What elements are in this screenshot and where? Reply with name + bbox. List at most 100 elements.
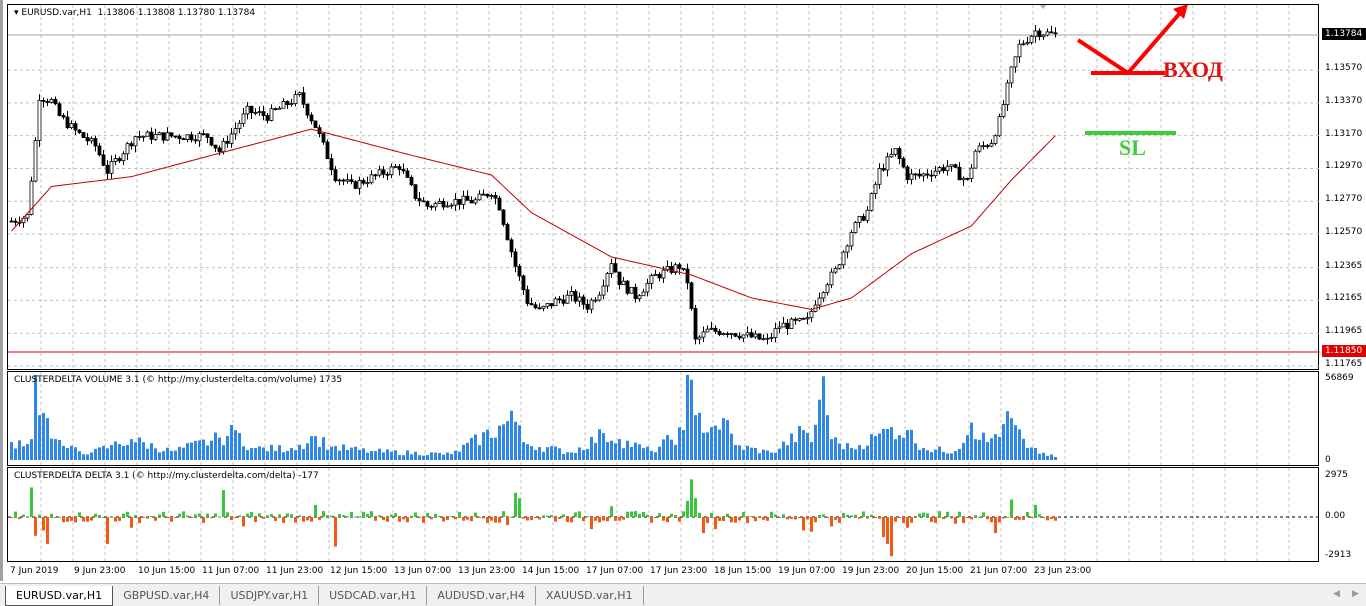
volume-bar [414, 451, 417, 460]
candle [861, 213, 866, 222]
candle [885, 152, 890, 177]
volume-bar [950, 453, 953, 460]
delta-bar [138, 517, 141, 524]
volume-bar [602, 433, 605, 460]
delta-bar [526, 517, 529, 521]
candle [725, 331, 730, 338]
volume-bar [866, 445, 869, 460]
chart-tab[interactable]: GBPUSD.var,H4 [113, 586, 221, 605]
volume-bar [350, 447, 353, 460]
volume-bar [506, 421, 509, 460]
candle [89, 136, 94, 144]
candle [1021, 40, 1026, 46]
volume-bar [326, 449, 329, 460]
candle [85, 133, 90, 146]
delta-bar [194, 514, 197, 517]
candle [161, 132, 166, 144]
chart-tabs: EURUSD.var,H1 GBPUSD.var,H4 USDJPY.var,H1 U… [0, 583, 1366, 606]
volume-bar [986, 442, 989, 460]
chart-tab[interactable]: XAUUSD.var,H1 [536, 586, 644, 605]
volume-bar [406, 450, 409, 460]
delta-bar [606, 517, 609, 522]
chart-tab[interactable]: AUDUSD.var,H4 [427, 586, 536, 605]
volume-bar [18, 440, 21, 460]
delta-bar [230, 517, 233, 521]
delta-bar [662, 517, 665, 521]
candle [189, 131, 194, 143]
candle [877, 163, 882, 189]
shift-marker-icon[interactable] [1038, 5, 1048, 9]
delta-bar [242, 517, 245, 527]
candle [957, 162, 962, 181]
volume-bar [774, 452, 777, 460]
candle [853, 220, 858, 234]
delta-bar [982, 512, 985, 517]
volume-bar [922, 448, 925, 460]
volume-bar [1038, 453, 1041, 460]
candle [593, 297, 598, 303]
volume-bar [362, 448, 365, 460]
candle [409, 175, 414, 187]
time-tick-label: 11 Jun 23:00 [266, 566, 324, 576]
delta-bar [334, 517, 337, 547]
candle [657, 272, 662, 282]
volume-bar [58, 439, 61, 460]
delta-indicator-pane[interactable]: CLUSTERDELTA DELTA 3.1 (© http://my.clus… [7, 467, 1320, 563]
candle [1005, 79, 1010, 112]
volume-bar [594, 443, 597, 460]
volume-bar [154, 448, 157, 460]
candle [457, 198, 462, 210]
tab-scroll-left-icon[interactable]: ◀ [1333, 589, 1340, 599]
candle [81, 131, 86, 138]
candle [489, 193, 494, 200]
candle [969, 164, 974, 183]
delta-bar [210, 517, 213, 519]
delta-bar [170, 517, 173, 522]
tab-scroll-right-icon[interactable]: ▶ [1352, 589, 1359, 599]
delta-bar [126, 511, 129, 517]
candle [993, 134, 998, 146]
volume-bar [310, 436, 313, 460]
candle [525, 285, 530, 307]
chart-tab[interactable]: USDCAD.var,H1 [319, 586, 428, 605]
volume-bar [298, 444, 301, 460]
delta-bar [142, 517, 145, 518]
volume-bar [430, 452, 433, 460]
delta-bar [458, 511, 461, 517]
volume-bar [870, 434, 873, 460]
volume-bar [762, 449, 765, 460]
volume-bar [258, 446, 261, 460]
volume-bar [846, 443, 849, 460]
candle [241, 107, 246, 127]
candle [125, 141, 130, 161]
candle [445, 201, 450, 208]
chart-tab[interactable]: EURUSD.var,H1 [5, 586, 114, 606]
candle [745, 326, 750, 338]
delta-bar [454, 517, 457, 520]
volume-bar [266, 451, 269, 460]
time-tick-label: 10 Jun 15:00 [138, 566, 196, 576]
volume-bar [394, 450, 397, 460]
chart-tab[interactable]: USDJPY.var,H1 [220, 586, 320, 605]
candle [233, 122, 238, 140]
volume-max-label: 56869 [1325, 373, 1354, 383]
delta-bar [998, 517, 1001, 523]
candle [641, 288, 646, 297]
volume-indicator-pane[interactable]: CLUSTERDELTA VOLUME 3.1 (© http://my.clu… [7, 371, 1319, 467]
candle [273, 107, 278, 111]
volume-bar [402, 455, 405, 460]
delta-bar [430, 517, 433, 520]
candle [249, 105, 254, 120]
price-chart[interactable]: ▾ EURUSD.var,H1 1.13806 1.13808 1.13780 … [7, 4, 1320, 371]
candle [129, 141, 134, 150]
volume-bar [250, 448, 253, 460]
price-tick-label: 1.12970 [1325, 161, 1363, 172]
delta-bar [146, 517, 149, 519]
volume-bar [638, 444, 641, 460]
level-price-tag: 1.11850 [1322, 345, 1366, 357]
candle [681, 268, 686, 272]
delta-bar [74, 517, 77, 523]
delta-bar [714, 517, 717, 530]
candle [337, 178, 342, 186]
delta-bar [10, 517, 13, 518]
